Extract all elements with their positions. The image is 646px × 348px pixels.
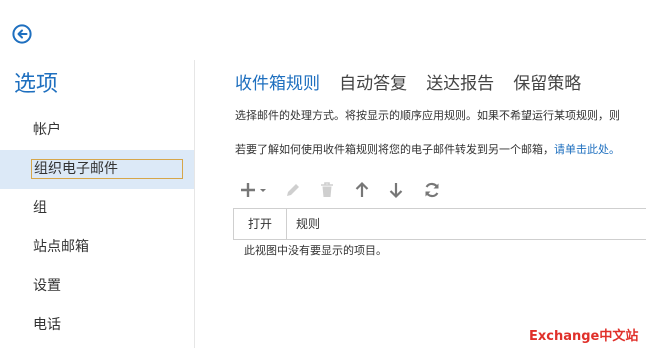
sidebar-item-label: 组 [33, 200, 47, 216]
sidebar: 帐户 组织电子邮件 组 站点邮箱 设置 电话 [0, 111, 194, 345]
move-down-button[interactable] [386, 180, 406, 200]
watermark: Exchange中文站 [529, 329, 639, 344]
sidebar-item-label: 设置 [33, 278, 61, 294]
sidebar-item-label: 站点邮箱 [33, 239, 89, 255]
tab-inbox-rules[interactable]: 收件箱规则 [235, 69, 320, 94]
click-here-link[interactable]: 请单击此处。 [554, 143, 620, 156]
back-arrow-icon [12, 24, 32, 44]
sidebar-item-groups[interactable]: 组 [0, 189, 194, 228]
rules-table-header: 打开 规则 [233, 208, 646, 240]
tab-delivery-reports[interactable]: 送达报告 [426, 69, 494, 94]
tab-bar: 收件箱规则 自动答复 送达报告 保留策略 [235, 69, 595, 94]
move-up-icon [355, 181, 369, 197]
page-title: 选项 [14, 72, 59, 97]
forwarding-help-text: 若要了解如何使用收件箱规则将您的电子邮件转发到另一个邮箱，请单击此处。 [235, 141, 620, 157]
forwarding-help-prefix: 若要了解如何使用收件箱规则将您的电子邮件转发到另一个邮箱， [235, 143, 554, 156]
column-header-enabled[interactable]: 打开 [234, 209, 287, 239]
refresh-icon [425, 182, 439, 198]
add-button[interactable] [240, 180, 270, 200]
back-button[interactable] [12, 24, 32, 44]
sidebar-item-phone[interactable]: 电话 [0, 306, 194, 345]
sidebar-divider [194, 60, 195, 348]
sidebar-item-settings[interactable]: 设置 [0, 267, 194, 306]
sidebar-item-site-mailboxes[interactable]: 站点邮箱 [0, 228, 194, 267]
sidebar-item-account[interactable]: 帐户 [0, 111, 194, 150]
edit-icon [287, 184, 299, 196]
delete-icon [321, 182, 333, 197]
description-text: 选择邮件的处理方式。将按显示的顺序应用规则。如果不希望运行某项规则，则 [235, 109, 620, 122]
sidebar-item-label: 帐户 [33, 122, 61, 138]
column-header-rule[interactable]: 规则 [296, 209, 320, 239]
move-down-icon [389, 183, 403, 199]
move-up-button[interactable] [352, 180, 372, 200]
sidebar-item-organize-email[interactable]: 组织电子邮件 [0, 150, 194, 189]
add-icon [241, 183, 266, 197]
edit-button[interactable] [283, 180, 303, 200]
sidebar-item-label: 电话 [33, 317, 61, 333]
delete-button[interactable] [317, 180, 337, 200]
tab-automatic-replies[interactable]: 自动答复 [339, 69, 407, 94]
empty-view-message: 此视图中没有要显示的项目。 [244, 244, 387, 257]
tab-retention-policies[interactable]: 保留策略 [513, 69, 581, 94]
sidebar-item-label: 组织电子邮件 [31, 159, 183, 179]
refresh-button[interactable] [422, 180, 442, 200]
